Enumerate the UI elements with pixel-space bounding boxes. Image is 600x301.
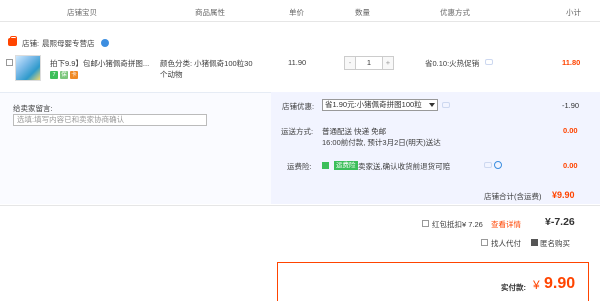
item-unit-price: 11.90 [288, 58, 307, 67]
col-qty: 数量 [355, 8, 370, 17]
col-attrs: 商品属性 [195, 8, 225, 17]
shop-name-link[interactable]: 晨熙母婴专营店 [42, 38, 95, 49]
discount-info-icon[interactable] [442, 102, 450, 108]
help-icon[interactable] [494, 161, 502, 169]
badge-guarantee-icon: 保 [60, 71, 68, 79]
col-discount: 优惠方式 [440, 8, 470, 17]
item-attr-line2: 个动物 [160, 70, 183, 79]
proxy-pay-checkbox[interactable] [481, 239, 488, 246]
item-discount-text: 省0.10:火热促销 [425, 59, 480, 68]
item-checkbox[interactable] [6, 59, 13, 66]
insurance-label: 运费险: [287, 162, 312, 171]
shipping-amount: 0.00 [563, 126, 578, 135]
proxy-pay-label: 找人代付 [491, 239, 521, 248]
shop-row: 店铺: 晨熙母婴专营店 [0, 36, 600, 50]
shop-discount-select[interactable]: 省1.90元:小猪佩奇拼图100粒 [322, 99, 438, 111]
final-currency: ¥ [533, 278, 540, 292]
message-label: 给卖家留言: [13, 104, 53, 113]
item-attr-line1: 颜色分类: 小猪佩奇100粒30 [160, 59, 253, 68]
shop-total-label: 店铺合计(含运费) [484, 192, 542, 201]
shipping-line2: 16:00前付款, 预计3月2日(明天)送达 [322, 138, 441, 147]
quantity-stepper: - 1 + [344, 56, 394, 70]
shop-total-amount: ¥9.90 [552, 190, 575, 200]
item-thumbnail[interactable] [15, 55, 41, 81]
redpacket-amount: ¥-7.26 [545, 216, 575, 228]
section-divider [0, 205, 600, 206]
cart-header: 店铺宝贝 商品属性 单价 数量 优惠方式 小计 [0, 0, 600, 22]
shop-icon [8, 36, 17, 46]
shop-discount-label: 店铺优惠: [282, 102, 315, 111]
insurance-chat-icon[interactable] [484, 162, 492, 168]
shipping-line1: 普通配送 快递 免邮 [322, 127, 387, 136]
final-payment-box: 实付款: ¥ 9.90 [277, 262, 589, 301]
badge-7day-icon: 7 [50, 71, 58, 79]
col-shop-item: 店铺宝贝 [67, 8, 97, 17]
col-unit-price: 单价 [289, 8, 304, 17]
redpacket-checkbox[interactable] [422, 220, 429, 227]
final-label: 实付款: [501, 283, 526, 292]
insurance-tag: 运费险 [334, 161, 358, 170]
item-subtotal: 11.80 [562, 58, 581, 67]
chevron-down-icon [429, 103, 435, 107]
quantity-input[interactable]: 1 [356, 56, 382, 70]
wangwang-chat-icon[interactable] [101, 39, 109, 47]
insurance-text: 卖家送,确认收货前退货可赔 [358, 162, 451, 171]
item-title-link[interactable]: 拍下9.9】包邮小猪佩奇拼图... [50, 58, 149, 69]
seller-message-input[interactable]: 选填:填写内容已和卖家协商确认 [13, 114, 207, 126]
shop-discount-selected: 省1.90元:小猪佩奇拼图100粒 [325, 100, 422, 109]
final-amount: 9.90 [544, 275, 576, 292]
redpacket-details-link[interactable]: 查看详情 [491, 219, 521, 230]
shop-total-row: 店铺合计(含运费) ¥9.90 [0, 185, 600, 204]
shop-label: 店铺: [22, 39, 40, 48]
redpacket-label: 红包抵扣¥ 7.26 [432, 220, 483, 229]
shipping-label: 运送方式: [281, 127, 314, 136]
badge-card-icon: 卡 [70, 71, 78, 79]
anonymous-label: 匿名购买 [540, 239, 570, 248]
promo-info-icon[interactable] [485, 59, 493, 65]
insurance-checkbox[interactable] [322, 162, 329, 169]
col-subtotal: 小计 [566, 8, 581, 17]
anonymous-checkbox[interactable] [531, 239, 538, 246]
quantity-plus-button[interactable]: + [382, 56, 394, 70]
shop-discount-amount: -1.90 [562, 101, 580, 110]
quantity-minus-button[interactable]: - [344, 56, 356, 70]
insurance-amount: 0.00 [563, 161, 578, 170]
